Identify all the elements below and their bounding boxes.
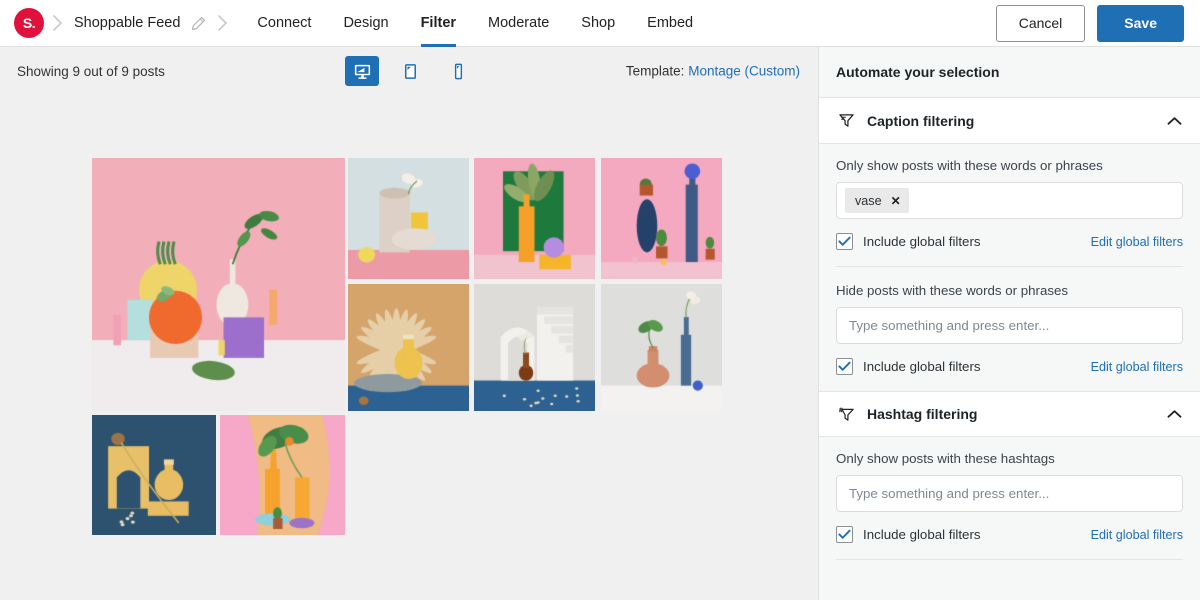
save-button[interactable]: Save bbox=[1097, 5, 1184, 42]
section-header-hashtag-filtering[interactable]: Hashtag filtering bbox=[819, 391, 1200, 437]
hashtag-include-edit-global-link[interactable]: Edit global filters bbox=[1091, 528, 1183, 542]
field-label-include-words: Only show posts with these words or phra… bbox=[836, 158, 1183, 173]
field-divider bbox=[836, 266, 1183, 267]
tag-chip-vase: vase ✕ bbox=[845, 188, 909, 213]
top-navigation-bar: S. Shoppable Feed Connect Design Filter … bbox=[0, 0, 1200, 47]
hashtag-include-global-label: Include global filters bbox=[863, 527, 981, 542]
tab-design-label: Design bbox=[343, 15, 388, 31]
tab-shop-label: Shop bbox=[581, 15, 615, 31]
logo-text: S. bbox=[23, 15, 35, 31]
post-tile-1[interactable] bbox=[92, 158, 345, 411]
hashtag-include-global-checkbox[interactable] bbox=[836, 526, 853, 543]
feed-preview-pane: Showing 9 out of 9 posts Template: Monta… bbox=[0, 47, 818, 600]
tab-embed-label: Embed bbox=[647, 15, 693, 31]
main-body: Showing 9 out of 9 posts Template: Monta… bbox=[0, 47, 1200, 600]
chevron-up-icon-2[interactable] bbox=[1165, 405, 1183, 423]
feed-name-label: Shoppable Feed bbox=[70, 15, 180, 31]
caption-exclude-global-checkbox[interactable] bbox=[836, 358, 853, 375]
mobile-view-button[interactable] bbox=[441, 56, 475, 86]
automation-panel: Automate your selection Caption filterin… bbox=[818, 47, 1200, 600]
post-tile-3[interactable] bbox=[474, 158, 595, 279]
primary-tabs: Connect Design Filter Moderate Shop Embe… bbox=[241, 0, 709, 47]
field-label-hide-words: Hide posts with these words or phrases bbox=[836, 283, 1183, 298]
template-label: Template: bbox=[626, 64, 685, 79]
post-tile-9[interactable] bbox=[220, 415, 345, 535]
tab-moderate[interactable]: Moderate bbox=[472, 0, 565, 47]
device-view-toggle bbox=[345, 56, 475, 86]
caption-exclude-input[interactable] bbox=[836, 307, 1183, 344]
preview-toolbar: Showing 9 out of 9 posts Template: Monta… bbox=[0, 47, 818, 95]
app-logo[interactable]: S. bbox=[14, 8, 44, 38]
template-link[interactable]: Montage (Custom) bbox=[688, 64, 800, 79]
caption-include-global-row: Include global filters Edit global filte… bbox=[836, 233, 1183, 266]
section-title-caption-filtering: Caption filtering bbox=[867, 113, 974, 129]
caption-exclude-edit-global-link[interactable]: Edit global filters bbox=[1091, 360, 1183, 374]
breadcrumb-separator-icon-2 bbox=[209, 8, 235, 38]
topbar-actions: Cancel Save bbox=[996, 5, 1184, 42]
caption-exclude-global-label: Include global filters bbox=[863, 359, 981, 374]
hashtag-include-input[interactable] bbox=[836, 475, 1183, 512]
section-title-hashtag-filtering: Hashtag filtering bbox=[867, 406, 977, 422]
hashtag-include-global-row: Include global filters Edit global filte… bbox=[836, 526, 1183, 559]
post-grid bbox=[0, 95, 818, 600]
filter-funnel-icon bbox=[836, 111, 856, 131]
post-tile-2[interactable] bbox=[348, 158, 469, 279]
tablet-view-button[interactable] bbox=[393, 56, 427, 86]
section-body-caption-filtering: Only show posts with these words or phra… bbox=[819, 144, 1200, 391]
caption-exclude-global-row: Include global filters Edit global filte… bbox=[836, 358, 1183, 391]
post-tile-8[interactable] bbox=[92, 415, 216, 535]
tab-connect[interactable]: Connect bbox=[241, 0, 327, 47]
post-tile-6[interactable] bbox=[474, 284, 595, 411]
field-label-include-hashtags: Only show posts with these hashtags bbox=[836, 451, 1183, 466]
tab-design[interactable]: Design bbox=[327, 0, 404, 47]
panel-title: Automate your selection bbox=[836, 64, 999, 80]
post-tile-4[interactable] bbox=[601, 158, 722, 279]
section-header-caption-filtering[interactable]: Caption filtering bbox=[819, 98, 1200, 144]
caption-include-edit-global-link[interactable]: Edit global filters bbox=[1091, 235, 1183, 249]
tab-connect-label: Connect bbox=[257, 15, 311, 31]
chevron-up-icon[interactable] bbox=[1165, 112, 1183, 130]
panel-header: Automate your selection bbox=[819, 47, 1200, 98]
tab-moderate-label: Moderate bbox=[488, 15, 549, 31]
app-root: S. Shoppable Feed Connect Design Filter … bbox=[0, 0, 1200, 600]
cancel-button[interactable]: Cancel bbox=[996, 5, 1086, 42]
tag-remove-icon[interactable]: ✕ bbox=[891, 195, 901, 207]
tab-shop[interactable]: Shop bbox=[565, 0, 631, 47]
pencil-icon[interactable] bbox=[187, 12, 209, 34]
filter-hashtag-icon bbox=[836, 404, 856, 424]
tag-chip-label: vase bbox=[855, 194, 882, 208]
tab-filter-label: Filter bbox=[421, 15, 456, 31]
breadcrumb-separator-icon bbox=[44, 8, 70, 38]
section-body-hashtag-filtering: Only show posts with these hashtags Incl… bbox=[819, 437, 1200, 560]
post-tile-5[interactable] bbox=[348, 284, 469, 411]
desktop-view-button[interactable] bbox=[345, 56, 379, 86]
caption-include-global-checkbox[interactable] bbox=[836, 233, 853, 250]
field-divider-2 bbox=[836, 559, 1183, 560]
caption-include-tag-input[interactable]: vase ✕ bbox=[836, 182, 1183, 219]
tab-filter[interactable]: Filter bbox=[405, 0, 472, 47]
template-indicator: Template: Montage (Custom) bbox=[626, 64, 800, 79]
caption-include-global-label: Include global filters bbox=[863, 234, 981, 249]
post-tile-7[interactable] bbox=[601, 284, 722, 411]
tab-embed[interactable]: Embed bbox=[631, 0, 709, 47]
post-count-label: Showing 9 out of 9 posts bbox=[17, 64, 165, 79]
